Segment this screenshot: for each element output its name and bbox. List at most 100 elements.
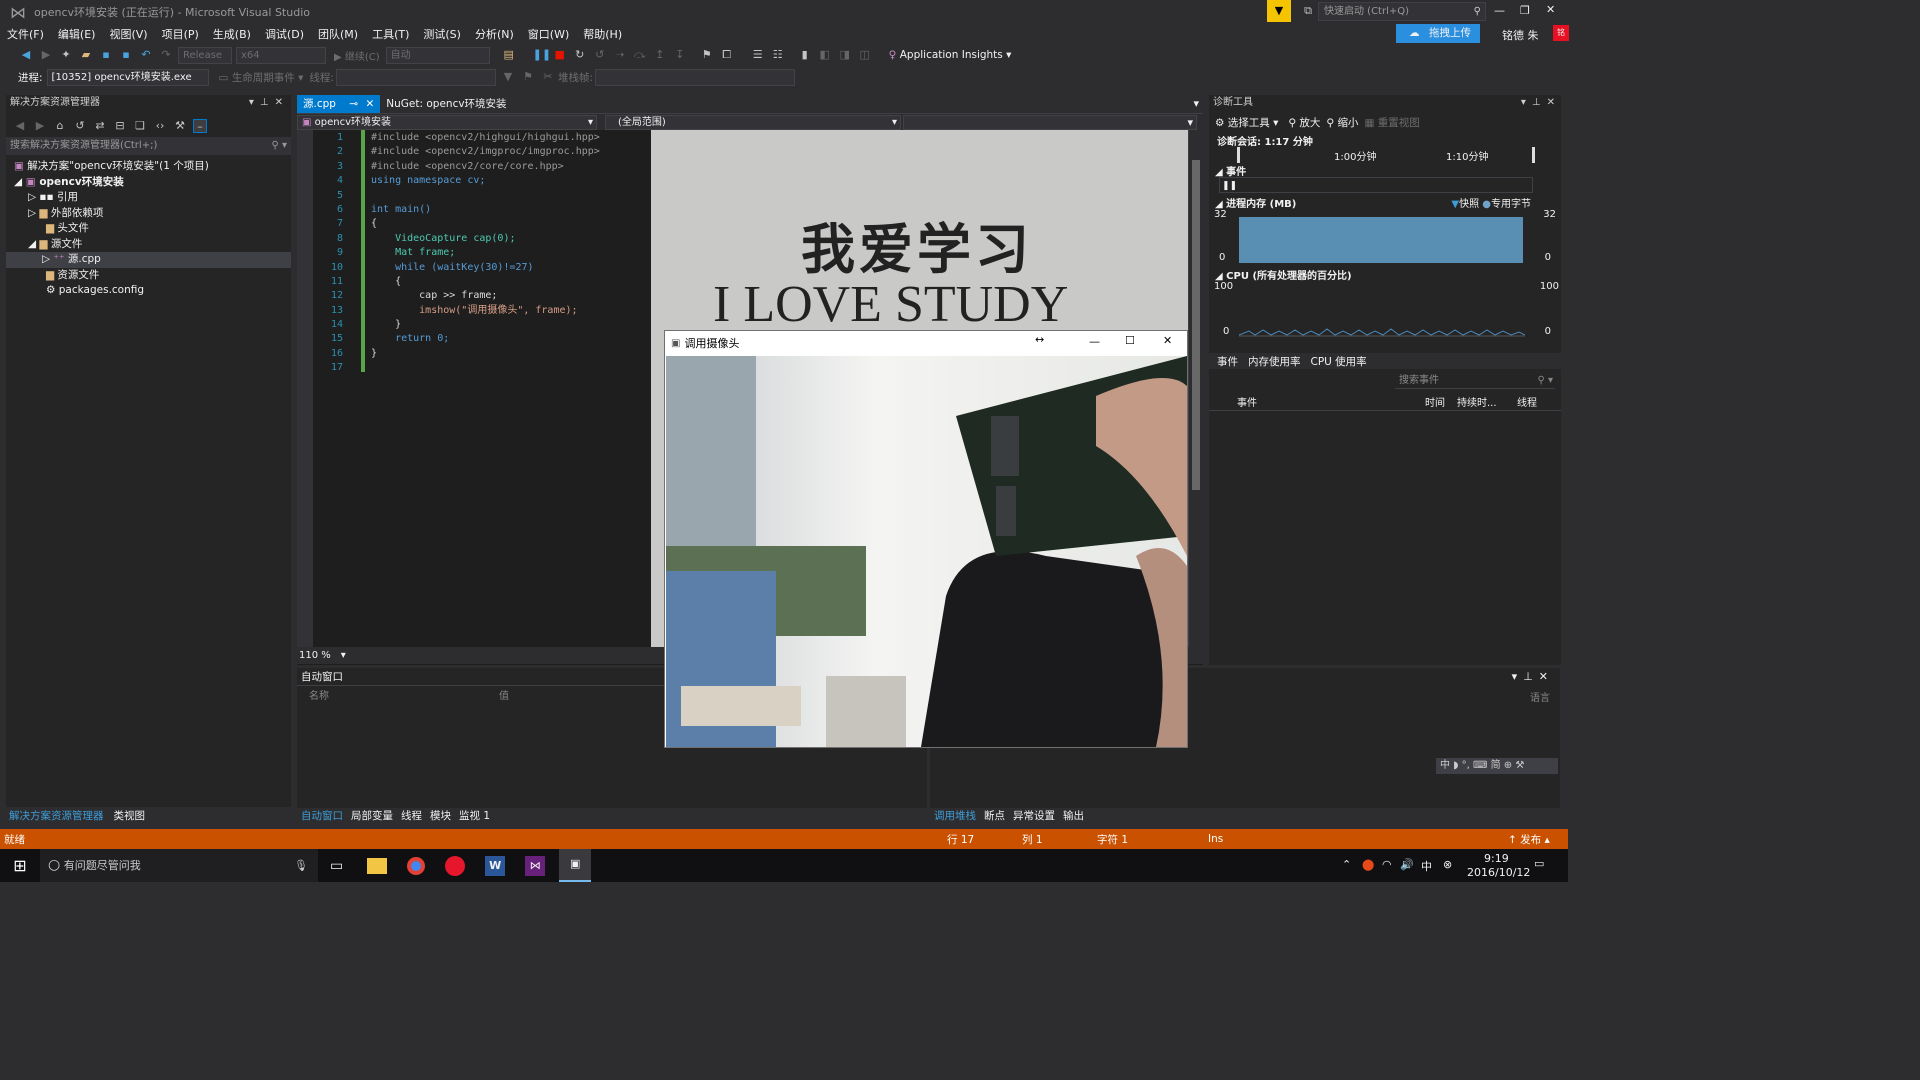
- tab-cpu-usage[interactable]: CPU 使用率: [1311, 354, 1367, 369]
- code-line[interactable]: return 0;: [371, 332, 645, 346]
- step-back-icon[interactable]: ↧: [673, 48, 687, 62]
- col-name[interactable]: 名称: [309, 687, 499, 702]
- feedback-icon[interactable]: ⧉: [1301, 4, 1315, 18]
- tab-modules[interactable]: 模块: [430, 808, 451, 823]
- code-line[interactable]: Mat frame;: [371, 246, 645, 260]
- back-icon[interactable]: ◀: [13, 119, 27, 133]
- restore-button[interactable]: ❐: [1520, 4, 1530, 17]
- camera-minimize-button[interactable]: —: [1089, 335, 1100, 348]
- properties-icon[interactable]: ⚒: [173, 119, 187, 133]
- forward-icon[interactable]: ▶: [33, 119, 47, 133]
- preview-icon[interactable]: –: [193, 119, 207, 133]
- code-line[interactable]: #include <opencv2/highgui/highgui.hpp>: [371, 131, 645, 145]
- code-line[interactable]: cap >> frame;: [371, 289, 645, 303]
- flag-icon[interactable]: ⚑: [521, 70, 535, 84]
- new-project-icon[interactable]: ✦: [59, 48, 73, 62]
- cortana-search[interactable]: ○ 有问题尽管问我 🎙: [40, 849, 318, 882]
- process-select[interactable]: [10352] opencv环境安装.exe: [46, 68, 209, 86]
- split-icon[interactable]: ✂: [541, 70, 555, 84]
- code-line[interactable]: }: [371, 347, 645, 361]
- zoom-level[interactable]: 110 %: [299, 650, 331, 661]
- pause-icon[interactable]: ❚❚: [533, 48, 551, 62]
- tab-breakpoints[interactable]: 断点: [984, 808, 1005, 823]
- menu-help[interactable]: 帮助(H): [583, 26, 622, 42]
- menu-tools[interactable]: 工具(T): [372, 26, 409, 42]
- auto-select[interactable]: 自动: [385, 46, 490, 64]
- stop-icon[interactable]: ■: [553, 48, 567, 62]
- code-line[interactable]: {: [371, 275, 645, 289]
- hot-path-icon[interactable]: ⚑: [700, 48, 714, 62]
- collapse-all-icon[interactable]: ⊟: [113, 119, 127, 133]
- tree-item-headers[interactable]: ▆ 头文件: [6, 221, 291, 237]
- bookmark-icon[interactable]: ▮: [798, 48, 812, 62]
- sync-icon[interactable]: ⇄: [93, 119, 107, 133]
- col-event[interactable]: 事件: [1237, 394, 1425, 409]
- timeline-ruler[interactable]: 1:00分钟 1:10分钟: [1237, 147, 1535, 163]
- tree-item-source-cpp[interactable]: ▷ ⁺⁺ 源.cpp: [6, 252, 291, 268]
- tab-autos[interactable]: 自动窗口: [301, 808, 343, 823]
- menu-edit[interactable]: 编辑(E): [58, 26, 96, 42]
- tab-locals[interactable]: 局部变量: [351, 808, 393, 823]
- code-line[interactable]: int main(): [371, 203, 645, 217]
- attach-icon[interactable]: ▤: [502, 48, 516, 62]
- tab-overflow-icon[interactable]: ▾: [1193, 97, 1199, 110]
- file-explorer-icon[interactable]: [367, 857, 388, 874]
- tab-nuget[interactable]: NuGet: opencv环境安装: [380, 95, 512, 113]
- task-view-icon[interactable]: ▭: [330, 858, 343, 874]
- tab-watch-1[interactable]: 监视 1: [459, 808, 490, 823]
- bookmark-prev-icon[interactable]: ◧: [818, 48, 832, 62]
- code-line[interactable]: while (waitKey(30)!=27): [371, 261, 645, 275]
- cpu-chart[interactable]: 100 0 100 0: [1209, 281, 1561, 339]
- menu-build[interactable]: 生成(B): [213, 26, 251, 42]
- view-code-icon[interactable]: ‹›: [153, 119, 167, 133]
- camera-window-titlebar[interactable]: ▣ 调用摄像头 ↔ — ☐ ✕: [665, 331, 1187, 355]
- thread-select[interactable]: [335, 68, 496, 86]
- tab-threads[interactable]: 线程: [401, 808, 422, 823]
- menu-test[interactable]: 测试(S): [423, 26, 461, 42]
- member-nav-select[interactable]: ▾: [903, 114, 1197, 130]
- zoom-out-button[interactable]: ⚲ 缩小: [1326, 115, 1358, 130]
- col-thread[interactable]: 线程: [1517, 394, 1537, 409]
- notification-icon[interactable]: ▭: [1534, 857, 1544, 870]
- camera-close-button[interactable]: ✕: [1163, 334, 1172, 347]
- col-duration[interactable]: 持续时...: [1457, 394, 1517, 409]
- show-next-icon[interactable]: ↺: [593, 48, 607, 62]
- tree-item-packages[interactable]: ⚙ packages.config: [6, 283, 291, 299]
- tree-item-project[interactable]: ◢ ▣ opencv环境安装: [6, 175, 291, 191]
- pending-changes-icon[interactable]: ↺: [73, 119, 87, 133]
- scroll-thumb[interactable]: [1192, 160, 1200, 490]
- reset-view-button[interactable]: ▦ 重置视图: [1364, 115, 1419, 130]
- redo-icon[interactable]: ↷: [159, 48, 173, 62]
- code-line[interactable]: {: [371, 217, 645, 231]
- config-select[interactable]: Release: [178, 46, 232, 64]
- menu-debug[interactable]: 调试(D): [265, 26, 304, 42]
- tree-item-external-deps[interactable]: ▷ ▆ 外部依赖项: [6, 206, 291, 222]
- minimize-button[interactable]: —: [1494, 4, 1505, 17]
- tab-output[interactable]: 输出: [1063, 808, 1084, 823]
- menu-view[interactable]: 视图(V): [109, 26, 147, 42]
- tab-class-view[interactable]: 类视图: [114, 808, 146, 823]
- camera-maximize-button[interactable]: ☐: [1125, 334, 1135, 347]
- forward-icon[interactable]: ▶: [39, 48, 53, 62]
- col-value[interactable]: 值: [499, 687, 509, 702]
- panel-controls[interactable]: ▾⊥✕: [1512, 670, 1554, 683]
- code-line[interactable]: imshow("调用摄像头", frame);: [371, 304, 645, 318]
- code-line[interactable]: }: [371, 318, 645, 332]
- col-language[interactable]: 语言: [1530, 689, 1550, 704]
- comment-icon[interactable]: ☰: [751, 48, 765, 62]
- zoom-in-button[interactable]: ⚲ 放大: [1288, 115, 1320, 130]
- tray-app-icon[interactable]: ⬤: [1362, 858, 1374, 871]
- menu-file[interactable]: 文件(F): [7, 26, 44, 42]
- home-icon[interactable]: ⌂: [53, 119, 67, 133]
- avatar[interactable]: 铭: [1553, 25, 1569, 41]
- close-button[interactable]: ✕: [1546, 3, 1555, 16]
- word-icon[interactable]: W: [485, 855, 506, 876]
- menu-analyze[interactable]: 分析(N): [475, 26, 514, 42]
- tree-item-resources[interactable]: ▆ 资源文件: [6, 268, 291, 284]
- step-into-icon[interactable]: ➝: [613, 48, 627, 62]
- close-icon[interactable]: ✕: [365, 98, 374, 110]
- step-out-icon[interactable]: ↥: [653, 48, 667, 62]
- volume-icon[interactable]: 🔊: [1400, 858, 1414, 871]
- tree-item-solution[interactable]: ▣ 解决方案"opencv环境安装"(1 个项目): [6, 159, 291, 175]
- tab-solution-explorer[interactable]: 解决方案资源管理器: [9, 808, 104, 823]
